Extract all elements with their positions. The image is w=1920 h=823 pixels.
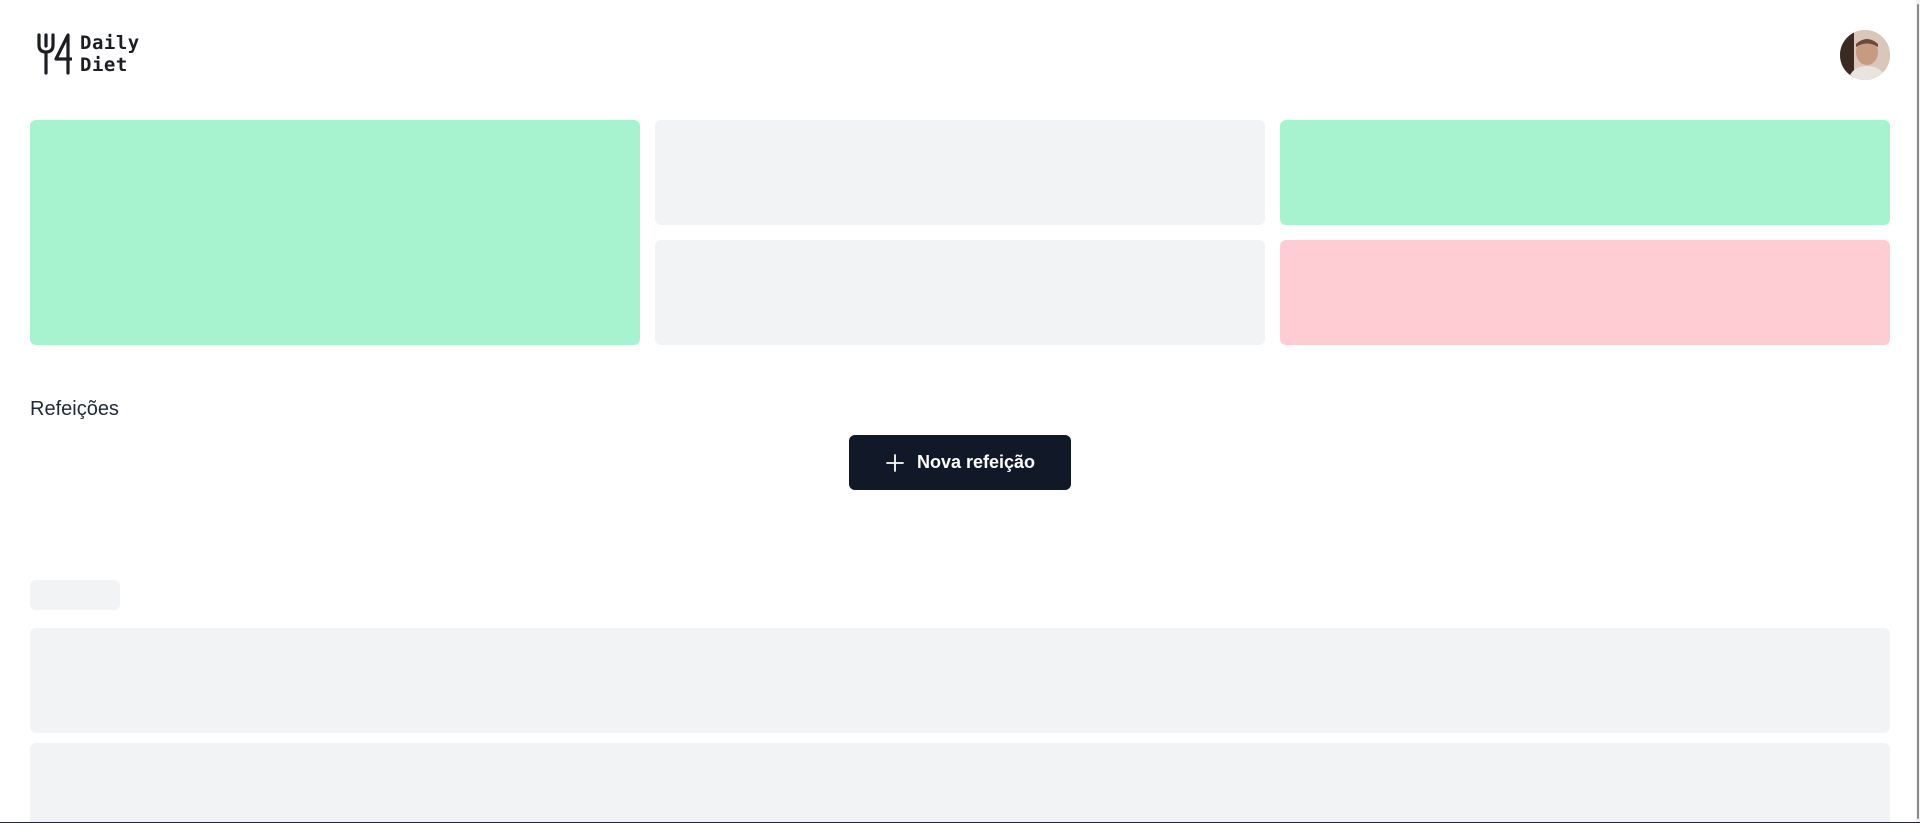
- app-logo[interactable]: Daily Diet: [36, 32, 140, 76]
- page: Daily Diet Refeições Nova refeição: [0, 0, 1920, 823]
- meal-date-skeleton: [30, 580, 120, 610]
- new-meal-button-label: Nova refeição: [916, 452, 1036, 472]
- meal-row-skeleton: [30, 743, 1890, 823]
- avatar-image: [1840, 30, 1890, 80]
- user-avatar[interactable]: [1840, 30, 1890, 80]
- fork-and-four-logo-icon: [37, 33, 72, 75]
- logo-text-line1: Daily: [80, 32, 140, 54]
- scrollbar-thumb[interactable]: [1917, 4, 1919, 819]
- new-meal-button[interactable]: Nova refeição: [849, 435, 1071, 490]
- stats-card-meals-within-diet: [1280, 120, 1890, 225]
- logo-text: Daily Diet: [80, 32, 140, 76]
- stats-card-total-meals: [655, 120, 1265, 225]
- logo-text-line2: Diet: [80, 54, 128, 76]
- stats-card-meals-outside-diet: [1280, 240, 1890, 345]
- plus-icon: [886, 453, 904, 472]
- meals-section-title: Refeições: [30, 398, 119, 420]
- stats-card-percentage[interactable]: [30, 120, 640, 345]
- stats-card-best-sequence: [655, 240, 1265, 345]
- meal-row-skeleton: [30, 628, 1890, 733]
